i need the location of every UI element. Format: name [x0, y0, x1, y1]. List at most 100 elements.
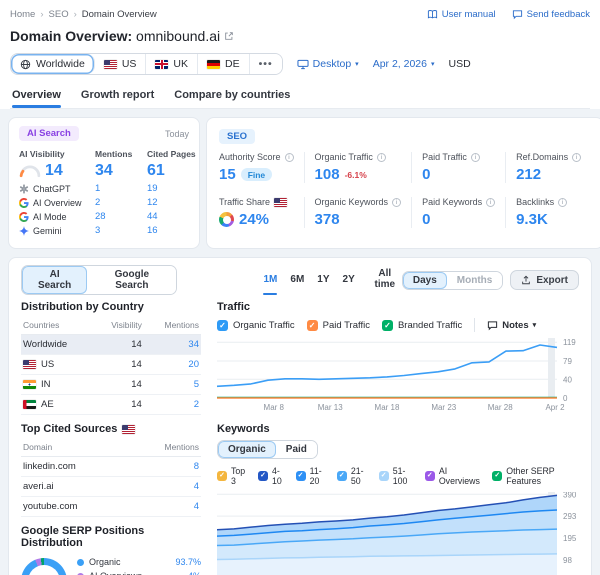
send-feedback-link[interactable]: Send feedback	[512, 9, 590, 20]
info-icon[interactable]: i	[285, 153, 294, 162]
check-51-100[interactable]: ✓51-100	[379, 466, 415, 486]
ai-search-badge: AI Search	[19, 126, 79, 141]
export-button[interactable]: Export	[510, 270, 579, 290]
scope-us-button[interactable]: US	[95, 54, 147, 74]
check-organic-traffic[interactable]: ✓Organic Traffic	[217, 320, 295, 331]
granularity-days[interactable]: Days	[403, 272, 447, 289]
serp-distribution-donut	[21, 558, 67, 575]
seo-badge: SEO	[219, 129, 255, 144]
external-link-icon[interactable]	[224, 31, 234, 41]
platform-gemini[interactable]: Gemini	[19, 225, 95, 236]
ellipsis-icon: •••	[259, 58, 273, 70]
book-icon	[427, 9, 438, 20]
table-row[interactable]: linkedin.com8	[21, 457, 201, 477]
svg-text:Mar 28: Mar 28	[488, 403, 513, 412]
checkbox-checked-icon: ✓	[492, 471, 502, 481]
chevron-down-icon: ▾	[431, 60, 435, 68]
ai-overview-mentions: 2	[95, 197, 147, 208]
check-paid-traffic[interactable]: ✓Paid Traffic	[307, 320, 370, 331]
country-scope-group: Worldwide US UK DE •••	[10, 53, 283, 75]
info-icon[interactable]: i	[471, 153, 480, 162]
toggle-ai-search[interactable]: AI Search	[22, 266, 87, 294]
info-icon[interactable]: i	[392, 198, 401, 207]
metric-paid-keywords: Paid Keywordsi 0	[411, 197, 505, 228]
table-row[interactable]: Worldwide 14 34	[21, 335, 201, 355]
range-all-time[interactable]: All time	[368, 265, 402, 295]
table-row[interactable]: youtube.com4	[21, 497, 201, 517]
check-21-50[interactable]: ✓21-50	[337, 466, 369, 486]
check-11-20[interactable]: ✓11-20	[296, 466, 327, 486]
range-1m[interactable]: 1M	[263, 265, 277, 295]
info-icon[interactable]: i	[486, 198, 495, 207]
traffic-chart[interactable]: 04079119Mar 8Mar 13Mar 18Mar 23Mar 28Apr…	[217, 338, 579, 419]
platform-ai-overview[interactable]: AI Overview	[19, 197, 95, 208]
domain-overview-page: Home › SEO › Domain Overview User manual…	[0, 0, 600, 575]
toggle-google-search[interactable]: Google Search	[87, 266, 176, 294]
info-icon[interactable]: i	[558, 198, 567, 207]
breadcrumb-seo[interactable]: SEO	[49, 9, 69, 20]
check-other-serp[interactable]: ✓Other SERP Features	[492, 466, 579, 486]
keywords-chart[interactable]: 098195293390GGGMar 8Mar 13Mar 18Mar 23Ma…	[217, 492, 579, 575]
tab-compare-by-countries[interactable]: Compare by countries	[174, 84, 290, 108]
checkbox-checked-icon: ✓	[425, 471, 435, 481]
legend-ai-overviews: AI Overviews 4%	[77, 569, 201, 575]
table-row[interactable]: averi.ai4	[21, 477, 201, 497]
info-icon[interactable]: i	[377, 153, 386, 162]
scope-de-button[interactable]: DE	[198, 54, 250, 74]
check-ai-overviews[interactable]: ✓AI Overviews	[425, 466, 482, 486]
checkbox-checked-icon: ✓	[258, 471, 268, 481]
analytics-panel: AI Search Google Search 1M 6M 1Y 2Y All …	[8, 257, 592, 575]
range-1y[interactable]: 1Y	[317, 265, 329, 295]
info-icon[interactable]: i	[572, 153, 581, 162]
svg-text:Mar 13: Mar 13	[318, 403, 343, 412]
svg-text:Mar 18: Mar 18	[375, 403, 400, 412]
tab-overview[interactable]: Overview	[12, 84, 61, 108]
ai-mentions-value: 34	[95, 162, 147, 180]
range-6m[interactable]: 6M	[290, 265, 304, 295]
svg-text:79: 79	[563, 357, 572, 366]
device-select[interactable]: Desktop ▾	[297, 58, 359, 70]
organic-traffic-delta: -6.1%	[345, 170, 367, 180]
google-g-icon	[19, 198, 29, 208]
keywords-paid-toggle[interactable]: Paid	[276, 441, 317, 458]
tab-growth-report[interactable]: Growth report	[81, 84, 154, 108]
report-tabs: Overview Growth report Compare by countr…	[10, 84, 590, 109]
monitor-icon	[297, 59, 309, 70]
report-body: AI Search Today AI Visibility Mentions C…	[0, 109, 600, 575]
scope-worldwide-button[interactable]: Worldwide	[11, 54, 95, 74]
granularity-months[interactable]: Months	[447, 272, 503, 289]
range-2y[interactable]: 2Y	[343, 265, 355, 295]
scope-more-button[interactable]: •••	[250, 54, 282, 74]
top-cited-sources-title: Top Cited Sources	[21, 423, 201, 435]
metric-paid-traffic: Paid Traffici 0	[411, 152, 505, 183]
svg-text:40: 40	[563, 375, 572, 384]
notes-bubble-icon	[487, 320, 498, 331]
table-row[interactable]: US 14 20	[21, 355, 201, 375]
gemini-cited: 16	[147, 225, 203, 236]
de-flag-icon	[207, 60, 220, 69]
table-row[interactable]: IN 14 5	[21, 375, 201, 395]
serp-distribution-title: Google SERP Positions Distribution	[21, 525, 201, 549]
seo-card: SEO Authority Scorei 15Fine Organic Traf…	[206, 117, 600, 249]
col-cited-pages: Cited Pages	[147, 149, 203, 159]
keywords-organic-toggle[interactable]: Organic	[218, 441, 276, 458]
ae-flag-icon	[23, 400, 36, 409]
us-flag-icon	[274, 198, 287, 207]
breadcrumb-home[interactable]: Home	[10, 9, 35, 20]
table-row[interactable]: AE 14 2	[21, 395, 201, 415]
check-4-10[interactable]: ✓4-10	[258, 466, 286, 486]
notes-dropdown[interactable]: Notes ▾	[487, 320, 536, 331]
user-manual-link[interactable]: User manual	[427, 9, 496, 20]
date-select[interactable]: Apr 2, 2026 ▾	[373, 58, 435, 70]
chevron-down-icon: ▾	[533, 321, 537, 329]
platform-ai-mode[interactable]: AI Mode	[19, 211, 95, 222]
chatgpt-mentions: 1	[95, 183, 147, 194]
platform-chatgpt[interactable]: ChatGPT	[19, 183, 95, 194]
svg-text:Apr 2: Apr 2	[545, 403, 565, 412]
ai-search-card: AI Search Today AI Visibility Mentions C…	[8, 117, 200, 249]
check-top3[interactable]: ✓Top 3	[217, 466, 248, 486]
check-branded-traffic[interactable]: ✓Branded Traffic	[382, 320, 462, 331]
checkbox-checked-icon: ✓	[382, 320, 393, 331]
export-icon	[521, 275, 531, 285]
scope-uk-button[interactable]: UK	[146, 54, 198, 74]
